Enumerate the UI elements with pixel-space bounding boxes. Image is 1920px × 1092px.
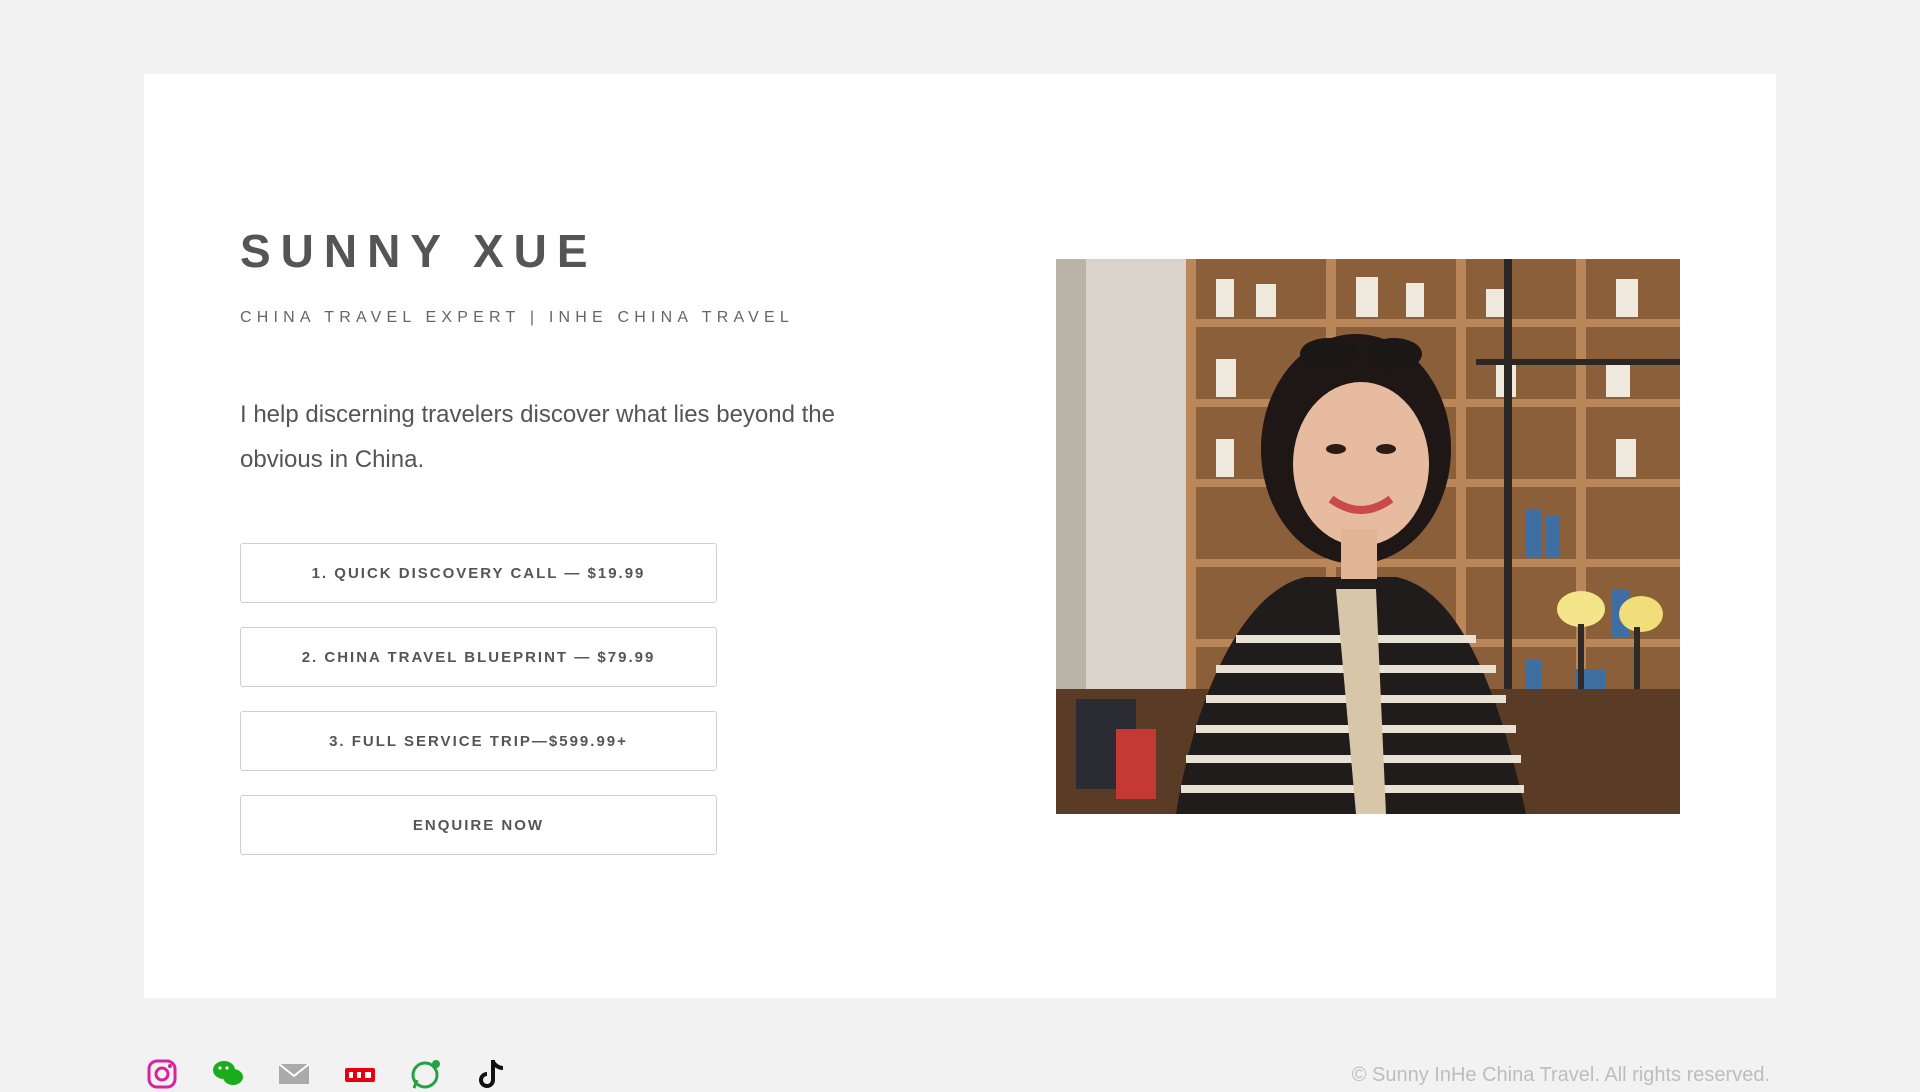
xiaohongshu-icon[interactable] — [342, 1056, 378, 1092]
china-travel-blueprint-button[interactable]: 2. CHINA TRAVEL BLUEPRINT — $79.99 — [240, 627, 717, 687]
profile-photo — [1056, 259, 1680, 814]
quick-discovery-call-button[interactable]: 1. QUICK DISCOVERY CALL — $19.99 — [240, 543, 717, 603]
wechat-icon[interactable] — [210, 1056, 246, 1092]
social-links — [144, 1056, 510, 1089]
page-title: SUNNY XUE — [240, 225, 598, 277]
tagline: CHINA TRAVEL EXPERT | INHE CHINA TRAVEL — [240, 309, 795, 326]
full-service-trip-button[interactable]: 3. FULL SERVICE TRIP—$599.99+ — [240, 711, 717, 771]
whatsapp-icon[interactable] — [408, 1056, 444, 1092]
tiktok-icon[interactable] — [474, 1056, 510, 1092]
copyright-text: © Sunny InHe China Travel. All rights re… — [1351, 1064, 1770, 1086]
email-icon[interactable] — [276, 1056, 312, 1092]
enquire-now-button[interactable]: ENQUIRE NOW — [240, 795, 717, 855]
instagram-icon[interactable] — [144, 1056, 180, 1092]
intro-text: I help discerning travelers discover wha… — [240, 401, 835, 473]
hero-card: SUNNY XUE CHINA TRAVEL EXPERT | INHE CHI… — [144, 74, 1776, 998]
